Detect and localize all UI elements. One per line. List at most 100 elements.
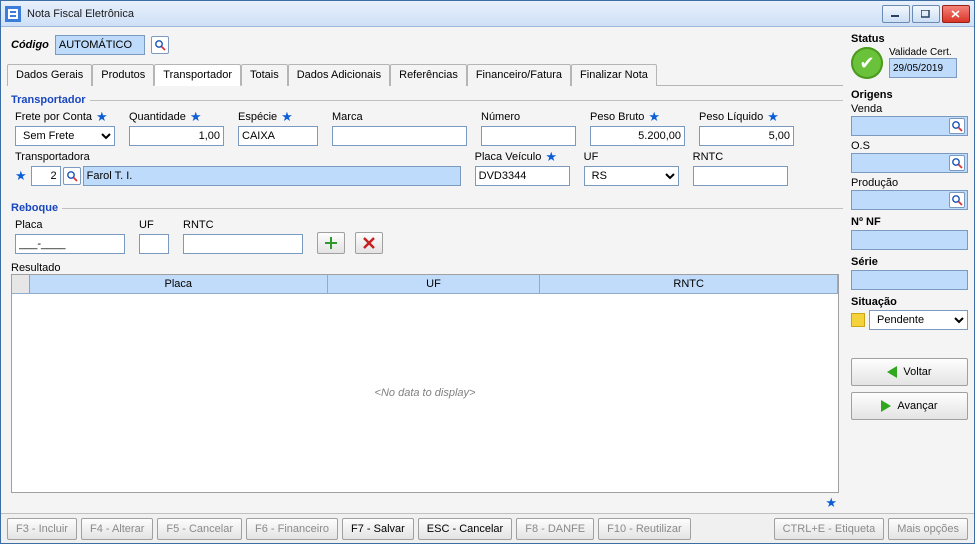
transportadora-lookup-button[interactable]: [63, 167, 81, 185]
os-lookup-button[interactable]: [949, 155, 965, 171]
col-uf[interactable]: UF: [328, 275, 541, 293]
serie-field: [851, 270, 968, 290]
transportadora-label: Transportadora: [15, 151, 90, 163]
tab-transportador[interactable]: Transportador: [154, 64, 241, 86]
search-icon: [951, 120, 963, 132]
avancar-label: Avançar: [897, 400, 937, 412]
quantidade-input[interactable]: [129, 126, 224, 146]
maximize-button[interactable]: [912, 5, 940, 23]
reboque-placa-input[interactable]: [15, 234, 125, 254]
tab-bar: Dados Gerais Produtos Transportador Tota…: [7, 63, 843, 86]
frete-label: Frete por Conta: [15, 111, 92, 123]
voltar-button[interactable]: Voltar: [851, 358, 968, 386]
close-button[interactable]: [942, 5, 970, 23]
titlebar: Nota Fiscal Eletrônica: [1, 1, 974, 27]
peso-bruto-label: Peso Bruto: [590, 111, 644, 123]
resultado-label: Resultado: [11, 262, 61, 274]
star-icon: ★: [190, 109, 202, 125]
venda-label: Venda: [851, 103, 882, 115]
star-icon: ★: [767, 109, 779, 125]
codigo-value: AUTOMÁTICO: [55, 35, 145, 55]
reboque-uf-input[interactable]: [139, 234, 169, 254]
especie-input[interactable]: [238, 126, 318, 146]
venda-field: [851, 116, 968, 136]
uf-select[interactable]: RS: [584, 166, 679, 186]
f7-salvar-button[interactable]: F7 - Salvar: [342, 518, 414, 540]
f6-financeiro-button[interactable]: F6 - Financeiro: [246, 518, 338, 540]
check-circle-icon: ✔: [851, 47, 883, 79]
cert-date: 29/05/2019: [889, 58, 957, 78]
divider: [90, 100, 843, 101]
nonf-label: Nº NF: [851, 216, 968, 228]
f4-alterar-button[interactable]: F4 - Alterar: [81, 518, 153, 540]
cert-label: Validade Cert.: [889, 47, 957, 58]
tab-dados-adicionais[interactable]: Dados Adicionais: [288, 64, 390, 86]
add-reboque-button[interactable]: [317, 232, 345, 254]
transportadora-id-input[interactable]: [31, 166, 61, 186]
numero-label: Número: [481, 111, 520, 123]
voltar-label: Voltar: [903, 366, 931, 378]
window-title: Nota Fiscal Eletrônica: [27, 8, 882, 20]
tab-referencias[interactable]: Referências: [390, 64, 467, 86]
x-icon: [363, 237, 375, 249]
footer-toolbar: F3 - Incluir F4 - Alterar F5 - Cancelar …: [1, 513, 974, 543]
transportadora-name: Farol T. I.: [83, 166, 461, 186]
peso-liquido-input[interactable]: [699, 126, 794, 146]
ctrle-etiqueta-button[interactable]: CTRL+E - Etiqueta: [774, 518, 885, 540]
uf-label: UF: [584, 151, 599, 163]
reboque-rntc-input[interactable]: [183, 234, 303, 254]
star-icon: ★: [545, 149, 557, 165]
rntc-label: RNTC: [693, 151, 724, 163]
tab-dados-gerais[interactable]: Dados Gerais: [7, 64, 92, 86]
situacao-title: Situação: [851, 296, 968, 308]
search-icon: [951, 194, 963, 206]
frete-select[interactable]: Sem Frete: [15, 126, 115, 146]
origens-title: Origens: [851, 89, 968, 101]
producao-field: [851, 190, 968, 210]
search-icon: [66, 170, 78, 182]
placa-veic-input[interactable]: [475, 166, 570, 186]
minimize-button[interactable]: [882, 5, 910, 23]
codigo-lookup-button[interactable]: [151, 36, 169, 54]
star-icon: ★: [281, 109, 293, 125]
tab-produtos[interactable]: Produtos: [92, 64, 154, 86]
tab-financeiro-fatura[interactable]: Financeiro/Fatura: [467, 64, 571, 86]
arrow-left-icon: [887, 366, 897, 378]
codigo-label: Código: [11, 39, 49, 51]
numero-input[interactable]: [481, 126, 576, 146]
especie-label: Espécie: [238, 111, 277, 123]
marca-label: Marca: [332, 111, 363, 123]
venda-lookup-button[interactable]: [949, 118, 965, 134]
esc-cancelar-button[interactable]: ESC - Cancelar: [418, 518, 512, 540]
mais-opcoes-button[interactable]: Mais opções: [888, 518, 968, 540]
reboque-uf-label: UF: [139, 219, 154, 231]
avancar-button[interactable]: Avançar: [851, 392, 968, 420]
rntc-input[interactable]: [693, 166, 788, 186]
f10-reutilizar-button[interactable]: F10 - Reutilizar: [598, 518, 691, 540]
col-rntc[interactable]: RNTC: [540, 275, 838, 293]
nonf-field: [851, 230, 968, 250]
producao-lookup-button[interactable]: [949, 192, 965, 208]
reboque-rntc-label: RNTC: [183, 219, 214, 231]
status-title: Status: [851, 33, 968, 45]
group-reboque-title: Reboque: [11, 202, 58, 214]
app-icon: [5, 6, 21, 22]
reboque-placa-label: Placa: [15, 219, 43, 231]
col-placa[interactable]: Placa: [30, 275, 328, 293]
arrow-right-icon: [881, 400, 891, 412]
marca-input[interactable]: [332, 126, 467, 146]
f5-cancelar-button[interactable]: F5 - Cancelar: [157, 518, 242, 540]
peso-bruto-input[interactable]: [590, 126, 685, 146]
f8-danfe-button[interactable]: F8 - DANFE: [516, 518, 594, 540]
situacao-select[interactable]: Pendente: [869, 310, 968, 330]
reboque-table: Placa UF RNTC <No data to display>: [11, 274, 839, 493]
placa-veic-label: Placa Veículo: [475, 151, 542, 163]
os-field: [851, 153, 968, 173]
star-icon: ★: [96, 109, 108, 125]
tab-totais[interactable]: Totais: [241, 64, 288, 86]
f3-incluir-button[interactable]: F3 - Incluir: [7, 518, 77, 540]
remove-reboque-button[interactable]: [355, 232, 383, 254]
plus-icon: [325, 237, 337, 249]
quantidade-label: Quantidade: [129, 111, 186, 123]
tab-finalizar-nota[interactable]: Finalizar Nota: [571, 64, 657, 86]
